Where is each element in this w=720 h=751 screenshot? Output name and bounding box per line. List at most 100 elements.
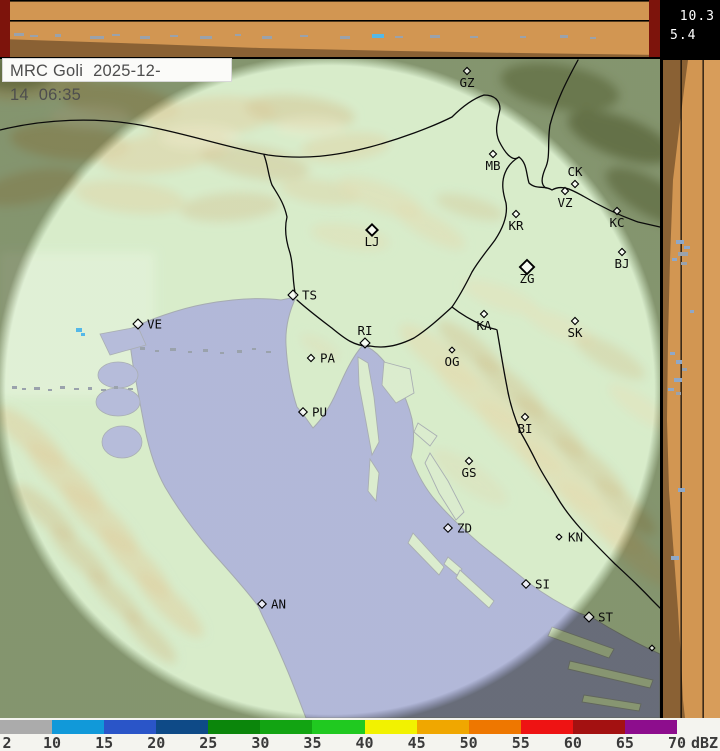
dbz-segment bbox=[468, 720, 522, 734]
echo-pixel bbox=[170, 35, 178, 37]
echo-pixel bbox=[155, 350, 159, 352]
dbz-tick-label: 40 bbox=[355, 734, 374, 751]
echo-pixel bbox=[74, 388, 79, 390]
top-panel-left-cap bbox=[0, 0, 10, 57]
city-label-KC: KC bbox=[609, 215, 624, 230]
echo-pixel bbox=[682, 368, 687, 371]
dbz-unit-label: dBZ bbox=[691, 734, 719, 751]
echo-pixel bbox=[300, 35, 308, 37]
echo-pixel bbox=[188, 351, 192, 353]
echo-pixel bbox=[220, 352, 224, 354]
city-label-CK: CK bbox=[567, 164, 583, 179]
echo-pixel bbox=[114, 386, 118, 389]
echo-pixel bbox=[252, 348, 256, 350]
dbz-segment bbox=[156, 720, 209, 734]
echo-pixel bbox=[30, 35, 38, 37]
city-label-KR: KR bbox=[508, 218, 524, 233]
map-canvas: GZ MB CK VZ KR KC LJ BJ ZG TS KA SK VE RI PA OG PU BI GS ZD… bbox=[0, 54, 695, 719]
dbz-tick-label: 25 bbox=[199, 734, 218, 751]
echo-pixel bbox=[140, 347, 145, 350]
echo-pixel bbox=[670, 352, 675, 355]
city-label-AN: AN bbox=[271, 597, 286, 612]
echo-pixel bbox=[235, 34, 241, 36]
dbz-tick-label: 15 bbox=[95, 734, 114, 751]
dbz-segment bbox=[572, 720, 626, 734]
echo-pixel bbox=[22, 388, 26, 390]
radar-display-window: GZ MB CK VZ KR KC LJ BJ ZG TS KA SK VE RI PA OG PU BI GS ZD… bbox=[0, 0, 720, 751]
echo-pixel bbox=[690, 310, 694, 313]
echo-pixel bbox=[14, 33, 24, 36]
echo-pixel bbox=[674, 378, 682, 382]
city-label-PU: PU bbox=[312, 405, 327, 420]
city-label-TS: TS bbox=[302, 288, 317, 303]
echo-pixel bbox=[470, 36, 478, 38]
echo-pixel bbox=[684, 246, 690, 249]
echo-pixel bbox=[430, 35, 440, 38]
echo-pixel bbox=[340, 36, 350, 39]
station-name: MRC Goli bbox=[10, 62, 84, 80]
echo-pixel bbox=[266, 351, 271, 353]
echo-pixel bbox=[237, 350, 242, 353]
dbz-scale-area: 2 10 15 20 25 30 35 40 45 50 55 60 65 70 dBZ bbox=[0, 718, 720, 751]
dbz-segment bbox=[0, 720, 53, 734]
top-projection-panel bbox=[0, 0, 660, 59]
echo-pixel bbox=[34, 387, 40, 390]
echo-pixel bbox=[48, 389, 52, 391]
echo-pixel bbox=[203, 349, 208, 352]
echo-pixel bbox=[170, 348, 176, 351]
echo-pixel bbox=[681, 262, 687, 265]
dbz-segment bbox=[208, 720, 261, 734]
echo-pixel bbox=[60, 386, 65, 389]
echo-pixel bbox=[590, 37, 596, 39]
radar-range-outside bbox=[0, 57, 660, 718]
echo-pixel bbox=[676, 360, 682, 364]
echo-pixel bbox=[88, 387, 92, 390]
dbz-tick-label: 30 bbox=[251, 734, 270, 751]
right-projection-panel bbox=[660, 60, 720, 718]
radar-map: GZ MB CK VZ KR KC LJ BJ ZG TS KA SK VE RI PA OG PU BI GS ZD… bbox=[0, 54, 695, 719]
city-label-PA: PA bbox=[320, 351, 336, 366]
dbz-tick-label: 2 bbox=[2, 734, 12, 751]
dbz-segment bbox=[520, 720, 574, 734]
city-label-GS: GS bbox=[461, 465, 476, 480]
echo-pixel bbox=[81, 333, 85, 336]
top-panel-right-cap bbox=[649, 0, 660, 57]
observation-time: 06:35 bbox=[38, 86, 82, 104]
city-label-ST: ST bbox=[598, 610, 614, 625]
dbz-tick-label: 35 bbox=[303, 734, 322, 751]
dbz-segment bbox=[364, 720, 418, 734]
city-label-VE: VE bbox=[147, 317, 162, 332]
echo-pixel bbox=[678, 488, 685, 492]
echo-pixel bbox=[55, 34, 61, 37]
city-label-ZG: ZG bbox=[519, 271, 534, 286]
dbz-scale-labels: 2 10 15 20 25 30 35 40 45 50 55 60 65 70 dBZ bbox=[0, 734, 720, 751]
radar-title-box: MRC Goli 2025-12-14 06:35 bbox=[2, 58, 232, 104]
dbz-tick-label: 50 bbox=[459, 734, 478, 751]
dbz-segment bbox=[312, 720, 366, 734]
dbz-tick-label: 45 bbox=[407, 734, 426, 751]
height-value-top: 10.3 bbox=[679, 9, 715, 24]
echo-pixel bbox=[676, 240, 684, 244]
city-label-BJ: BJ bbox=[614, 256, 629, 271]
dbz-tick-label: 20 bbox=[147, 734, 166, 751]
echo-pixel bbox=[101, 389, 106, 391]
echo-pixel bbox=[671, 556, 679, 560]
echo-pixel bbox=[262, 36, 272, 39]
city-label-LJ: LJ bbox=[364, 234, 379, 249]
dbz-segment bbox=[52, 720, 105, 734]
echo-pixel bbox=[128, 388, 133, 390]
city-label-SI: SI bbox=[535, 577, 550, 592]
echo-pixel bbox=[140, 36, 150, 39]
dbz-segment bbox=[104, 720, 157, 734]
echo-pixel bbox=[76, 328, 82, 332]
city-label-OG: OG bbox=[444, 354, 459, 369]
city-label-SK: SK bbox=[567, 325, 583, 340]
city-label-ZD: ZD bbox=[457, 521, 472, 536]
echo-pixel bbox=[672, 258, 677, 261]
echo-pixel bbox=[668, 388, 674, 391]
dbz-tick-label: 10 bbox=[43, 734, 62, 751]
echo-pixel bbox=[520, 36, 526, 38]
echo-pixel bbox=[12, 386, 17, 389]
city-label-RI: RI bbox=[357, 323, 372, 338]
echo-pixel bbox=[200, 36, 212, 39]
